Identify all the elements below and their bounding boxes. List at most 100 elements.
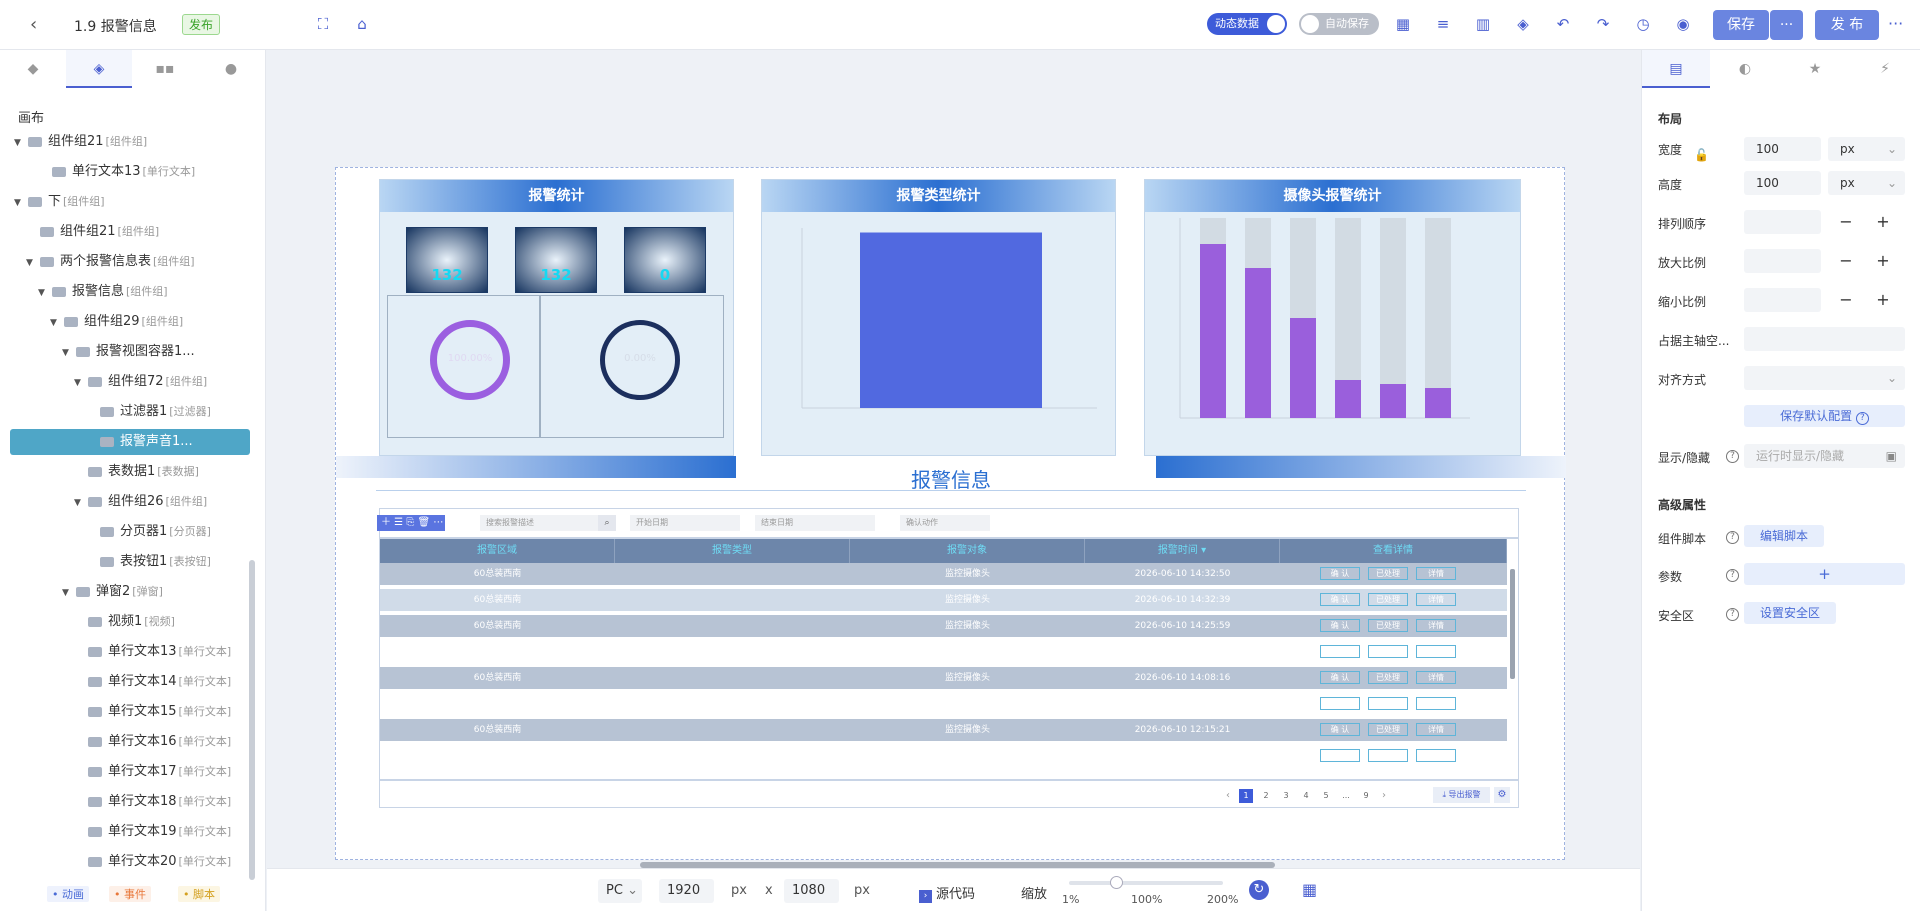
width-unit-select[interactable]: px ⌄ bbox=[1828, 137, 1905, 161]
autosave-toggle[interactable]: 自动保存 bbox=[1299, 13, 1379, 35]
fit-screen-icon[interactable]: ⛶ bbox=[314, 15, 332, 33]
page-number[interactable]: 9 bbox=[1359, 789, 1373, 803]
overflow-menu-button[interactable]: ··· bbox=[1888, 14, 1903, 33]
database-icon[interactable]: ≡ bbox=[1434, 15, 1452, 33]
tree-item[interactable]: ▼ 报警视图容器1... bbox=[10, 339, 250, 365]
zoom-slider-handle[interactable] bbox=[1110, 876, 1123, 889]
help-icon[interactable]: ? bbox=[1726, 569, 1739, 582]
theme-icon[interactable]: ◈ bbox=[1514, 15, 1532, 33]
handled-button[interactable]: 已处理 bbox=[1368, 593, 1408, 606]
clear-icon[interactable]: ⌂ bbox=[353, 15, 371, 33]
tree-item[interactable]: ▼ 报警信息 [组件组] bbox=[10, 279, 250, 305]
tree-item[interactable]: ▼ 组件组29 [组件组] bbox=[10, 309, 250, 335]
confirm-button[interactable] bbox=[1320, 749, 1360, 762]
confirm-button[interactable]: 确 认 bbox=[1320, 619, 1360, 632]
undo-icon[interactable]: ↶ bbox=[1554, 15, 1572, 33]
zoomout-input[interactable] bbox=[1744, 288, 1821, 312]
confirm-action-select[interactable]: 确认动作 bbox=[900, 515, 990, 531]
search-input[interactable]: 搜索报警描述 bbox=[480, 515, 600, 531]
start-date-input[interactable]: 开始日期 bbox=[630, 515, 740, 531]
handled-button[interactable]: 已处理 bbox=[1368, 671, 1408, 684]
next-page-icon[interactable]: › bbox=[1376, 790, 1392, 801]
confirm-button[interactable]: 确 认 bbox=[1320, 671, 1360, 684]
tree-item[interactable]: 组件组21 [组件组] bbox=[10, 219, 250, 245]
save-button[interactable]: 保存 bbox=[1713, 10, 1769, 40]
tree-item[interactable]: 表数据1 [表数据] bbox=[10, 459, 250, 485]
tree-item[interactable]: ▼ 组件组21 [组件组] bbox=[10, 129, 250, 155]
table-row[interactable]: 60总装西南 监控摄像头 2026-06-10 14:32:50 确 认已处理 详情 bbox=[380, 563, 1507, 585]
chevron-down-icon[interactable]: ▼ bbox=[50, 310, 60, 336]
alarm-type-chart-panel[interactable]: 报警类型统计 bbox=[761, 179, 1116, 456]
tab-user[interactable]: ● bbox=[198, 50, 264, 88]
confirm-button[interactable]: 确 认 bbox=[1320, 593, 1360, 606]
axis-input[interactable] bbox=[1744, 327, 1905, 351]
settings-icon[interactable]: ⚙ bbox=[1494, 787, 1510, 803]
height-unit-select[interactable]: px ⌄ bbox=[1828, 171, 1905, 195]
tree-item[interactable]: 单行文本13 [单行文本] bbox=[10, 639, 250, 665]
table-row[interactable]: 60总装西南 监控摄像头 2026-06-10 14:32:39 确 认已处理 详情 bbox=[380, 589, 1507, 611]
detail-button[interactable]: 详情 bbox=[1416, 567, 1456, 580]
handled-button[interactable]: 已处理 bbox=[1368, 619, 1408, 632]
align-icon[interactable]: ▥ bbox=[1474, 15, 1492, 33]
zoomin-decrease-button[interactable]: − bbox=[1831, 249, 1861, 273]
tree-item[interactable]: 单行文本13 [单行文本] bbox=[10, 159, 250, 185]
confirm-button[interactable]: 确 认 bbox=[1320, 723, 1360, 736]
tree-item[interactable]: ▼ 两个报警信息表 [组件组] bbox=[10, 249, 250, 275]
column-header[interactable]: 查看详情 bbox=[1280, 539, 1507, 563]
confirm-button[interactable] bbox=[1320, 645, 1360, 658]
tree-item[interactable]: 过滤器1 [过滤器] bbox=[10, 399, 250, 425]
source-code-button[interactable]: › 源代码 bbox=[919, 883, 975, 903]
footer-script[interactable]: • 脚本 bbox=[178, 886, 220, 902]
tree-item[interactable]: 视频1 [视频] bbox=[10, 609, 250, 635]
publish-button[interactable]: 发 布 bbox=[1815, 10, 1879, 40]
handled-button[interactable] bbox=[1368, 749, 1408, 762]
tree-item[interactable]: 分页器1 [分页器] bbox=[10, 519, 250, 545]
tree-item[interactable]: 单行文本20 [单行文本] bbox=[10, 849, 250, 875]
confirm-button[interactable]: 确 认 bbox=[1320, 567, 1360, 580]
chevron-down-icon[interactable]: ▼ bbox=[38, 280, 48, 306]
table-scrollbar[interactable] bbox=[1510, 569, 1515, 679]
tab-style[interactable]: ◐ bbox=[1710, 50, 1780, 88]
lock-ratio-icon[interactable]: 🔓 bbox=[1694, 148, 1709, 162]
help-icon[interactable]: ? bbox=[1855, 412, 1869, 425]
detail-button[interactable]: 详情 bbox=[1416, 619, 1456, 632]
detail-button[interactable]: 详情 bbox=[1416, 671, 1456, 684]
page-number[interactable]: 4 bbox=[1299, 789, 1313, 803]
handled-button[interactable]: 已处理 bbox=[1368, 723, 1408, 736]
save-default-button[interactable]: 保存默认配置 ? bbox=[1744, 405, 1905, 427]
footer-event[interactable]: • 事件 bbox=[109, 886, 151, 902]
back-icon[interactable]: ‹ bbox=[30, 14, 37, 35]
chevron-down-icon[interactable]: ▼ bbox=[74, 370, 84, 396]
edit-script-button[interactable]: 编辑脚本 bbox=[1744, 525, 1824, 547]
detail-button[interactable] bbox=[1416, 749, 1456, 762]
column-header[interactable]: 报警对象 bbox=[850, 539, 1085, 563]
save-more-button[interactable]: ··· bbox=[1770, 10, 1803, 40]
add-param-button[interactable]: + bbox=[1744, 563, 1905, 585]
page-number[interactable]: 5 bbox=[1319, 789, 1333, 803]
device-select[interactable]: PC ⌄ bbox=[598, 879, 642, 903]
tree-item[interactable]: 单行文本14 [单行文本] bbox=[10, 669, 250, 695]
history-icon[interactable]: ◷ bbox=[1634, 15, 1652, 33]
grid-icon[interactable]: ▦ bbox=[1302, 880, 1317, 899]
tree-item[interactable]: 报警声音1... bbox=[10, 429, 250, 455]
chevron-down-icon[interactable]: ▼ bbox=[26, 250, 36, 276]
chevron-down-icon[interactable]: ▼ bbox=[62, 340, 72, 366]
handled-button[interactable] bbox=[1368, 697, 1408, 710]
chevron-down-icon[interactable]: ▼ bbox=[74, 490, 84, 516]
camera-alarm-chart-panel[interactable]: 摄像头报警统计 bbox=[1144, 179, 1521, 456]
tree-item[interactable]: 单行文本17 [单行文本] bbox=[10, 759, 250, 785]
tab-events[interactable]: ⚡ bbox=[1850, 50, 1920, 88]
canvas-height-input[interactable]: 1080 bbox=[784, 879, 839, 903]
chevron-down-icon[interactable]: ▼ bbox=[14, 190, 24, 216]
page-number[interactable]: 3 bbox=[1279, 789, 1293, 803]
alarm-stats-panel[interactable]: 报警统计 132 132 0 100.00% 0.00% bbox=[379, 179, 734, 456]
table-row[interactable]: 60总装西南 监控摄像头 2026-06-10 12:15:21 确 认已处理 详情 bbox=[380, 719, 1507, 741]
zoomout-increase-button[interactable]: + bbox=[1868, 288, 1898, 312]
chevron-down-icon[interactable]: ▼ bbox=[14, 130, 24, 156]
end-date-input[interactable]: 结束日期 bbox=[755, 515, 875, 531]
tree-item[interactable]: 单行文本18 [单行文本] bbox=[10, 789, 250, 815]
preview-icon[interactable]: ◉ bbox=[1674, 15, 1692, 33]
redo-icon[interactable]: ↷ bbox=[1594, 15, 1612, 33]
tree-item[interactable]: 单行文本19 [单行文本] bbox=[10, 819, 250, 845]
column-header[interactable]: 报警时间 ▾ bbox=[1085, 539, 1280, 563]
